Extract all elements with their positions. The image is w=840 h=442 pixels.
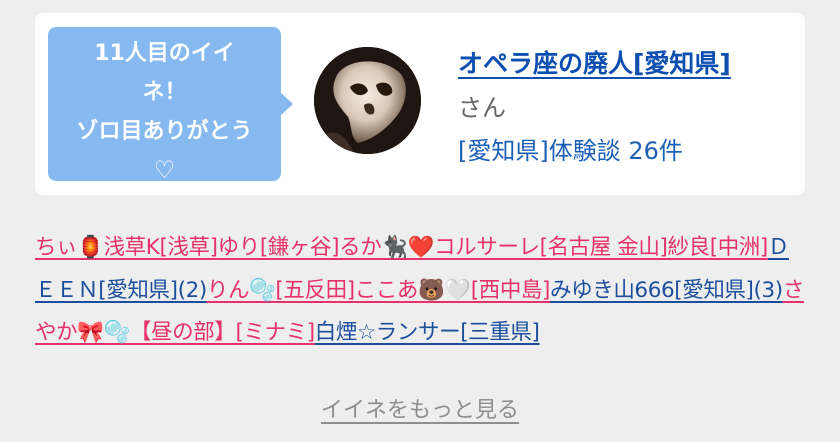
liker-link-7[interactable]: ここあ🐻🤍[西中島]: [355, 278, 551, 303]
liker-link-6[interactable]: りん🫧[五反田]: [207, 278, 355, 303]
review-count[interactable]: [愛知県]体験談 26件: [458, 131, 683, 166]
like-bubble-line-1: 11人目のイイ: [94, 41, 235, 66]
liked-by-list: ちぃ🏮浅草K[浅草]ゆり[鎌ヶ谷]るか🐈‍⬛❤️コルサーレ[名古屋 金山]紗良[…: [35, 227, 810, 355]
like-bubble-line-3: ゾロ目ありがとう: [76, 119, 253, 144]
liker-link-4[interactable]: 紗良[中洲]: [668, 235, 769, 260]
honorific-suffix: さん: [458, 94, 506, 122]
avatar[interactable]: [314, 47, 421, 154]
like-bubble-line-2: ネ！: [142, 80, 187, 105]
phantom-mask-icon: [314, 47, 421, 154]
liker-link-8[interactable]: みゆき山666[愛知県](3): [550, 278, 783, 303]
liker-link-10[interactable]: 白煙☆ランサー[三重県]: [315, 320, 540, 345]
reviewer-name-link[interactable]: オペラ座の廃人[愛知県]: [458, 44, 731, 80]
liker-link-3[interactable]: るか🐈‍⬛❤️コルサーレ[名古屋 金山]: [339, 235, 668, 260]
liker-link-2[interactable]: ゆり[鎌ヶ谷]: [218, 235, 340, 260]
like-count-bubble: 11人目のイイ ネ！ ゾロ目ありがとう ♡: [48, 27, 281, 184]
liker-link-1[interactable]: ちぃ🏮浅草K[浅草]: [35, 235, 218, 260]
see-more-likes-link[interactable]: イイネをもっと見る: [0, 392, 840, 424]
heart-icon: ♡: [153, 156, 176, 184]
bubble-tail: [280, 92, 293, 116]
